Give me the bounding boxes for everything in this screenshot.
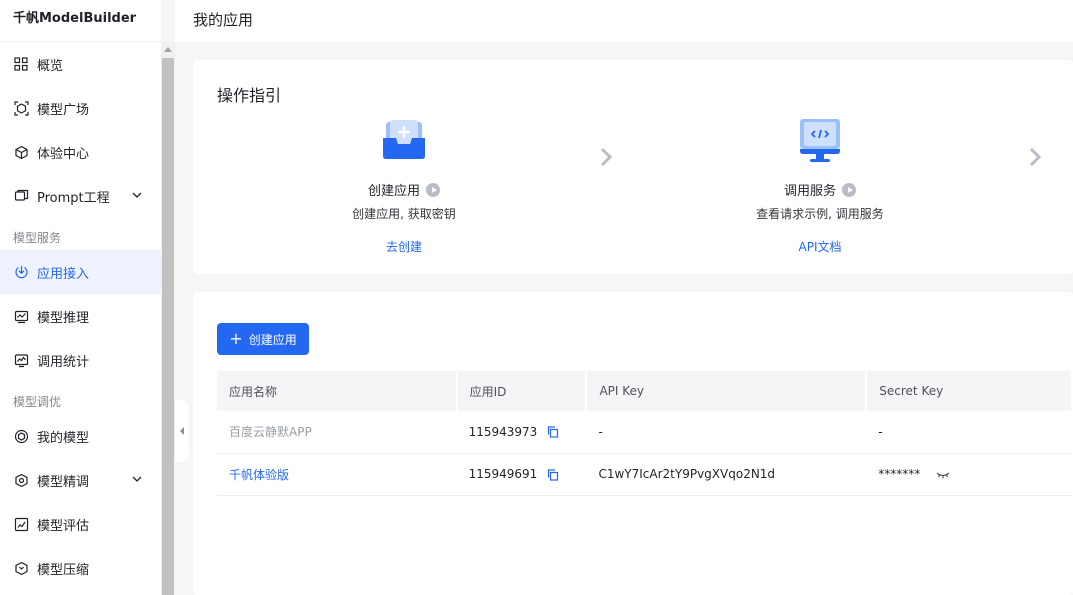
guide-title: 操作指引 <box>217 86 282 105</box>
secret-key-cell: ******* <box>866 453 1072 496</box>
app-name-link[interactable]: 千帆体验版 <box>217 453 457 496</box>
app-id-value: 115943973 <box>468 424 538 439</box>
sidebar-item-call-stats[interactable]: 调用统计 <box>0 338 161 382</box>
play-icon[interactable] <box>426 182 440 197</box>
sidebar-item-app-access[interactable]: 应用接入 <box>0 250 161 294</box>
app-id-cell: 115949691 <box>456 453 587 496</box>
copy-icon[interactable] <box>547 468 559 481</box>
stats-icon <box>13 352 29 368</box>
sidebar-item-label: 模型推理 <box>37 310 90 326</box>
sidebar-item-label: Prompt工程 <box>37 190 110 206</box>
play-icon[interactable] <box>842 182 856 197</box>
column-header-app-id: 应用ID <box>456 371 588 411</box>
cube-icon <box>13 144 29 160</box>
sidebar-item-label: 模型压缩 <box>37 562 90 578</box>
app-id-cell: 115943973 <box>456 411 587 454</box>
secret-key-value: ******* <box>878 467 921 481</box>
plus-icon: + <box>229 328 243 348</box>
go-create-link[interactable]: 去创建 <box>304 238 504 255</box>
sidebar-item-label: 模型评估 <box>37 518 90 534</box>
column-header-secret-key: Secret Key <box>866 371 1073 411</box>
sidebar-item-prompt[interactable]: Prompt工程 <box>0 174 161 218</box>
grid-icon <box>13 56 29 72</box>
chevron-right-icon <box>1029 147 1042 167</box>
evaluate-icon <box>13 516 29 532</box>
secret-key-cell: - <box>866 411 1072 454</box>
app-id-value: 115949691 <box>468 467 538 481</box>
sidebar-item-label: 模型精调 <box>37 474 90 490</box>
chevron-down-icon[interactable] <box>131 473 143 485</box>
page-title: 我的应用 <box>193 11 254 29</box>
step-title: 调用服务 <box>784 180 856 199</box>
guide-step-call-service: 调用服务 查看请求示例, 调用服务 API文档 <box>720 116 920 255</box>
sidebar-item-finetune[interactable]: 模型精调 <box>0 458 161 502</box>
create-app-button[interactable]: + 创建应用 <box>217 323 309 355</box>
sidebar-item-label: 调用统计 <box>37 354 90 370</box>
group-label-model-service: 模型服务 <box>13 231 62 245</box>
table-header-row: 应用名称 应用ID API Key Secret Key <box>217 371 1073 411</box>
page-header: 我的应用 <box>175 0 1073 42</box>
group-label-model-tuning: 模型调优 <box>13 395 62 409</box>
column-header-api-key: API Key <box>586 371 868 411</box>
eye-closed-icon[interactable] <box>936 470 950 480</box>
chevron-right-icon <box>600 147 613 167</box>
table-row: 百度云静默APP 115943973 - - <box>217 411 1072 454</box>
compress-icon <box>13 560 29 576</box>
app-table: 应用名称 应用ID API Key Secret Key 百度云静默APP 11… <box>217 371 1073 496</box>
step-title-text: 调用服务 <box>783 184 836 199</box>
step-title-text: 创建应用 <box>367 184 420 199</box>
sidebar: 千帆ModelBuilder 概览 模型广场 体验中心 Prompt工程 模型服… <box>0 0 161 595</box>
brand-logo[interactable]: 千帆ModelBuilder <box>0 0 161 42</box>
column-header-app-name: 应用名称 <box>217 371 458 411</box>
copy-icon[interactable] <box>547 426 559 438</box>
sidebar-item-inference[interactable]: 模型推理 <box>0 294 161 338</box>
inference-icon <box>13 308 29 324</box>
sidebar-item-label: 我的模型 <box>37 430 90 446</box>
sidebar-item-model-square[interactable]: 模型广场 <box>0 86 161 130</box>
sidebar-item-my-model[interactable]: 我的模型 <box>0 414 161 458</box>
api-key-cell: C1wY7IcAr2tY9PvgXVqo2N1d <box>586 453 867 496</box>
sidebar-item-label: 概览 <box>37 58 64 74</box>
operation-guide-card: 操作指引 创建应用 创建应用, 获取密钥 去创建 调用服务 查看请求示例, 调用… <box>193 60 1073 274</box>
chevron-down-icon[interactable] <box>131 189 143 201</box>
sidebar-item-compress[interactable]: 模型压缩 <box>0 546 161 590</box>
sidebar-item-experience-center[interactable]: 体验中心 <box>0 130 161 174</box>
my-model-icon <box>13 428 29 444</box>
sidebar-item-label: 模型广场 <box>37 102 90 118</box>
sidebar-item-evaluate[interactable]: 模型评估 <box>0 502 161 546</box>
scroll-up-arrow-icon[interactable] <box>164 47 172 52</box>
finetune-icon <box>13 472 29 488</box>
call-service-illustration-icon <box>796 116 844 164</box>
api-key-cell: - <box>586 411 867 454</box>
app-name-cell: 百度云静默APP <box>217 411 457 454</box>
app-list-card: + 创建应用 应用名称 应用ID API Key Secret Key 百度云静… <box>193 292 1073 595</box>
sidebar-item-overview[interactable]: 概览 <box>0 42 161 86</box>
create-app-illustration-icon <box>380 116 428 164</box>
sidebar-item-label: 体验中心 <box>37 146 90 162</box>
prompt-icon <box>13 188 29 204</box>
step-title: 创建应用 <box>368 180 440 199</box>
sidebar-scrollbar[interactable] <box>161 42 175 595</box>
model-square-icon <box>13 100 29 116</box>
app-access-icon <box>13 264 29 280</box>
sidebar-item-label: 应用接入 <box>37 266 90 282</box>
chevron-left-icon <box>180 427 184 435</box>
guide-step-create-app: 创建应用 创建应用, 获取密钥 去创建 <box>304 116 504 255</box>
scrollbar-thumb[interactable] <box>162 58 174 595</box>
table-row: 千帆体验版 115949691 C1wY7IcAr2tY9PvgXVqo2N1d… <box>217 453 1072 496</box>
step-description: 创建应用, 获取密钥 <box>352 207 456 221</box>
step-description: 查看请求示例, 调用服务 <box>756 207 884 221</box>
sidebar-collapse-handle[interactable] <box>175 400 189 462</box>
create-app-button-label: 创建应用 <box>248 332 297 347</box>
api-doc-link[interactable]: API文档 <box>720 238 920 255</box>
